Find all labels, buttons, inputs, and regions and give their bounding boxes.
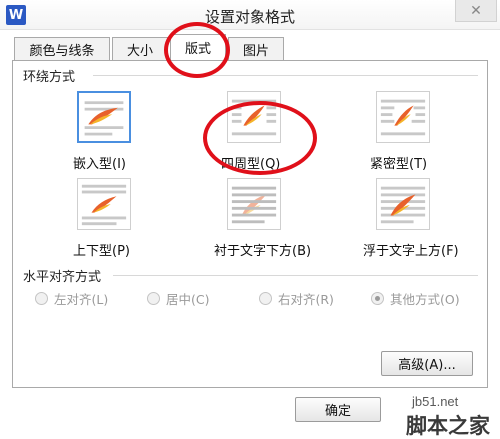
divider [113, 275, 478, 276]
layout-panel: 环绕方式 嵌入型(I) 四周型(Q) 紧密型(T) 上下型(P) 衬于文字下方(… [12, 60, 488, 388]
tab-colors-lines[interactable]: 颜色与线条 [14, 37, 110, 60]
watermark-text: 脚本之家 [406, 414, 490, 438]
top-bottom-wrap-icon[interactable] [77, 178, 131, 230]
wrap-section-title: 环绕方式 [23, 66, 80, 85]
close-button[interactable]: ✕ [455, 0, 497, 22]
watermark: jb51.net 脚本之家 [388, 388, 500, 439]
radio-label: 其他方式(O) [390, 292, 460, 307]
ok-button[interactable]: 确定 [295, 397, 381, 422]
radio-align-other[interactable]: 其他方式(O) [371, 289, 460, 308]
wrap-option-square-label[interactable]: 四周型(Q) [221, 153, 280, 172]
align-section-title: 水平对齐方式 [23, 266, 106, 285]
wrap-option-inline-label[interactable]: 嵌入型(I) [73, 153, 126, 172]
wrap-option-in-front-label[interactable]: 浮于文字上方(F) [363, 240, 459, 259]
close-icon: ✕ [470, 2, 482, 19]
dialog-title: 设置对象格式 [204, 8, 295, 26]
wrap-option-behind-label[interactable]: 衬于文字下方(B) [214, 240, 311, 259]
tab-size[interactable]: 大小 [112, 37, 168, 60]
wrap-option-tight-label[interactable]: 紧密型(T) [370, 153, 427, 172]
inline-wrap-icon[interactable] [77, 91, 131, 143]
radio-align-center[interactable]: 居中(C) [147, 289, 209, 308]
square-wrap-icon[interactable] [227, 91, 281, 143]
wrap-option-top-bottom-label[interactable]: 上下型(P) [73, 240, 130, 259]
watermark-url: jb51.net [412, 394, 459, 409]
radio-label: 左对齐(L) [54, 292, 109, 307]
in-front-of-text-icon[interactable] [376, 178, 430, 230]
radio-button[interactable] [371, 292, 384, 305]
title-bar: W 设置对象格式 ✕ [0, 0, 500, 30]
radio-button[interactable] [259, 292, 272, 305]
radio-label: 右对齐(R) [278, 292, 334, 307]
radio-button[interactable] [147, 292, 160, 305]
tab-picture[interactable]: 图片 [228, 37, 284, 60]
advanced-button[interactable]: 高级(A)... [381, 351, 473, 376]
radio-label: 居中(C) [166, 292, 210, 307]
behind-text-icon[interactable] [227, 178, 281, 230]
radio-align-left[interactable]: 左对齐(L) [35, 289, 108, 308]
radio-align-right[interactable]: 右对齐(R) [259, 289, 334, 308]
radio-button[interactable] [35, 292, 48, 305]
tab-layout[interactable]: 版式 [170, 34, 226, 60]
divider [93, 75, 478, 76]
tight-wrap-icon[interactable] [376, 91, 430, 143]
